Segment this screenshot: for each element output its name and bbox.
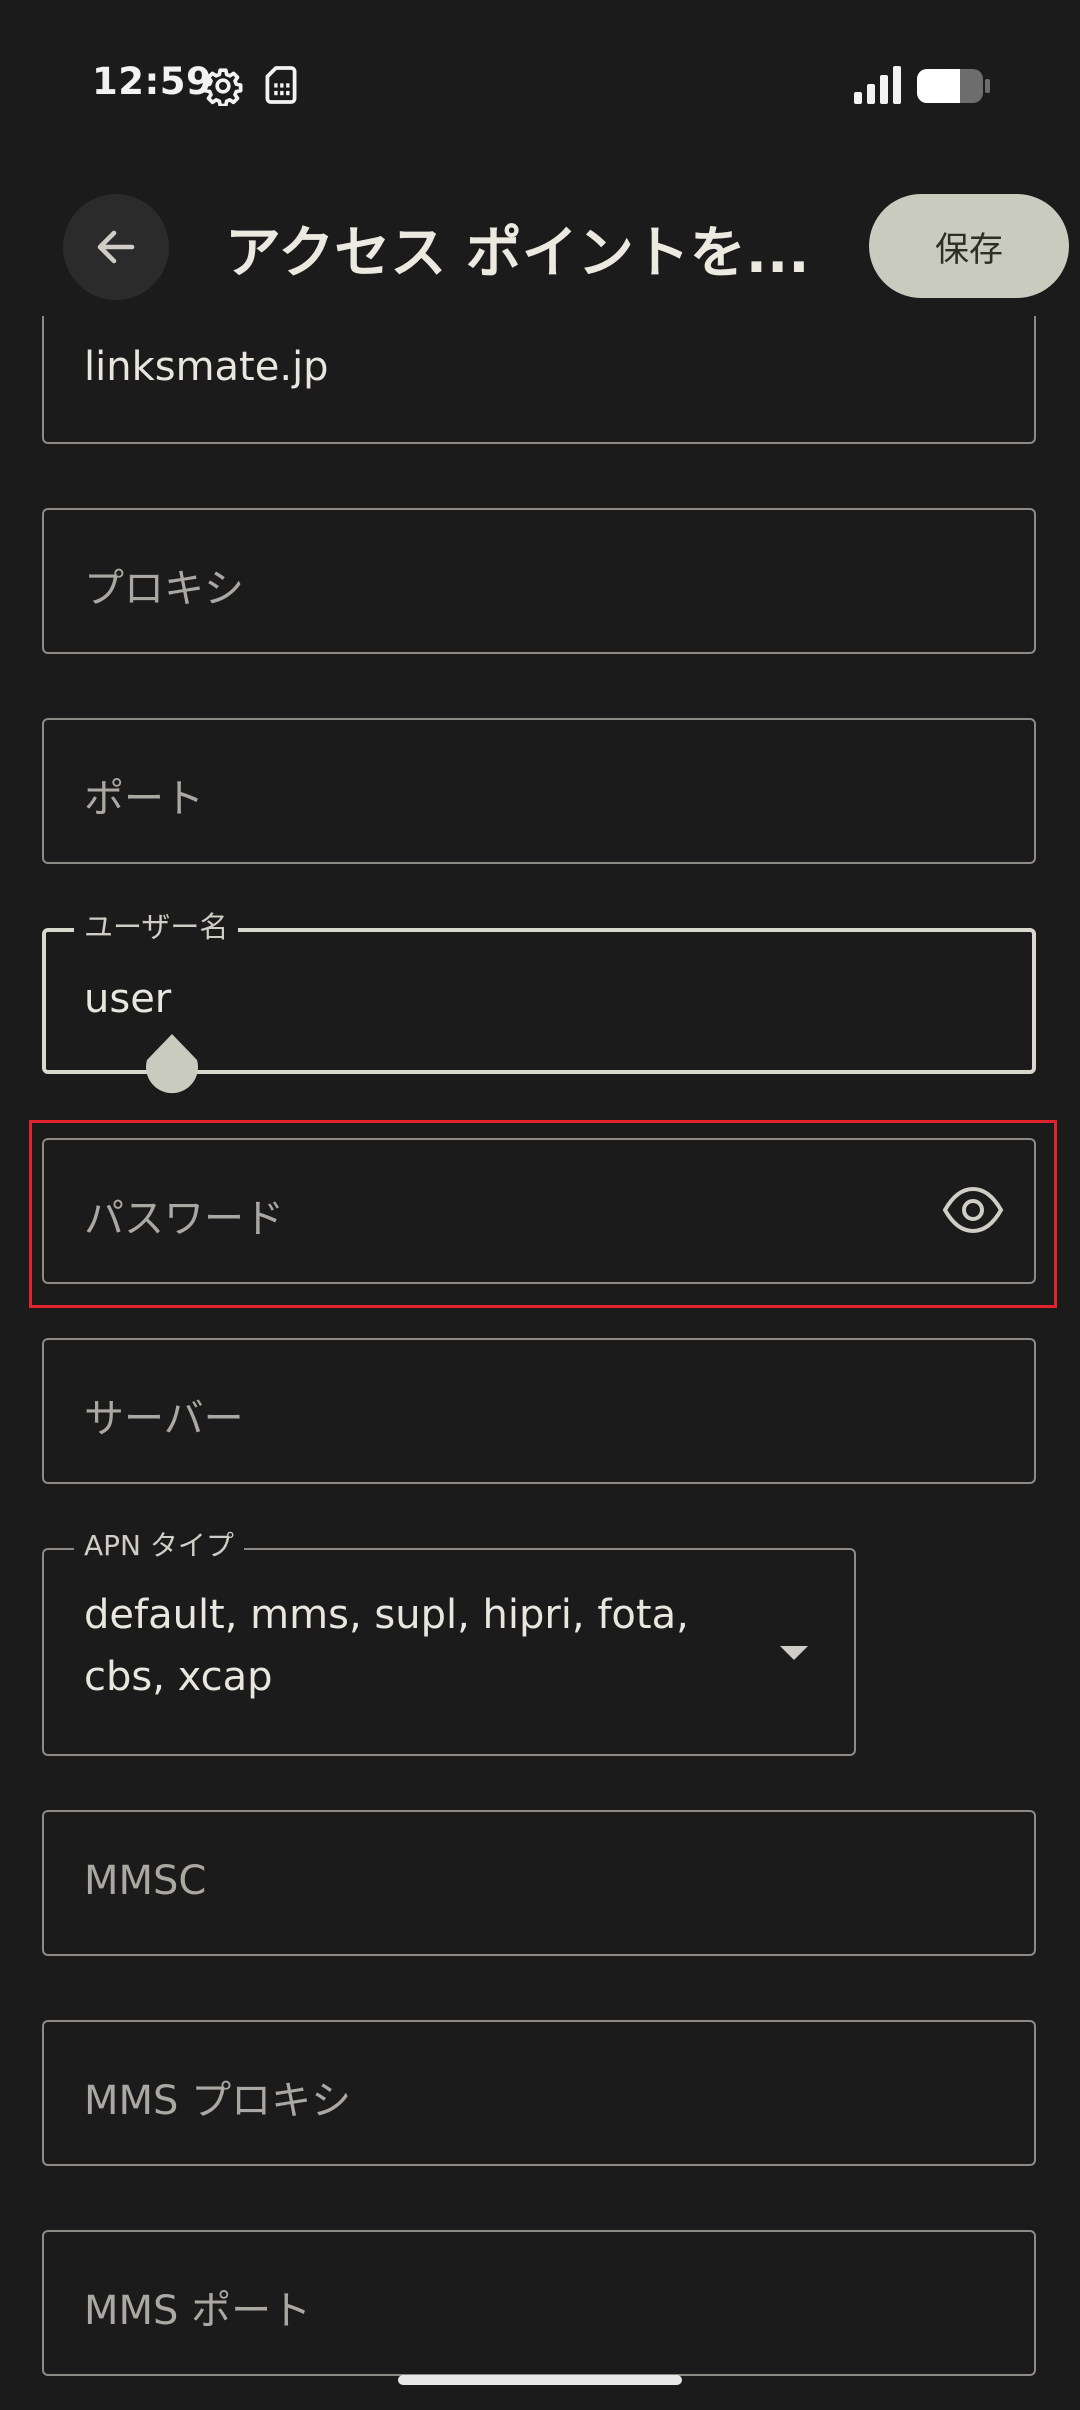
proxy-placeholder: プロキシ	[84, 566, 244, 612]
password-placeholder: パスワード	[84, 1196, 284, 1242]
port-field[interactable]: ポート	[42, 718, 1036, 864]
apn-value: linksmate.jp	[84, 344, 329, 390]
mms-port-placeholder: MMS ポート	[84, 2288, 312, 2334]
apn-type-value-line2: cbs, xcap	[84, 1654, 273, 1700]
mmsc-field[interactable]: MMSC	[42, 1810, 1036, 1956]
battery-icon	[917, 69, 990, 103]
chevron-down-icon	[780, 1646, 808, 1660]
mms-port-field[interactable]: MMS ポート	[42, 2230, 1036, 2376]
back-button[interactable]	[63, 194, 169, 300]
save-button[interactable]: 保存	[869, 194, 1069, 298]
cursor-handle[interactable]	[145, 1034, 199, 1098]
eye-icon[interactable]	[942, 1186, 1004, 1234]
mms-proxy-placeholder: MMS プロキシ	[84, 2078, 352, 2124]
username-value: user	[84, 976, 172, 1022]
server-placeholder: サーバー	[84, 1396, 244, 1442]
apn-type-label: APN タイプ	[74, 1524, 244, 1564]
username-label: ユーザー名	[74, 904, 239, 946]
home-indicator[interactable]	[398, 2375, 682, 2385]
apn-type-dropdown[interactable]: APN タイプ default, mms, supl, hipri, fota,…	[42, 1524, 856, 1756]
gear-icon	[203, 68, 243, 106]
page-title: アクセス ポイントを...	[225, 221, 810, 286]
arrow-left-icon	[97, 230, 135, 264]
password-field[interactable]: パスワード	[42, 1138, 1036, 1284]
proxy-field[interactable]: プロキシ	[42, 508, 1036, 654]
status-bar: 12:59	[0, 0, 1080, 170]
mmsc-placeholder: MMSC	[84, 1858, 207, 1904]
signal-icon	[854, 66, 901, 104]
apn-type-value-line1: default, mms, supl, hipri, fota,	[84, 1592, 689, 1638]
status-time: 12:59	[92, 60, 213, 103]
mms-proxy-field[interactable]: MMS プロキシ	[42, 2020, 1036, 2166]
apn-field[interactable]: linksmate.jp	[42, 316, 1036, 444]
sim-card-icon	[265, 66, 297, 104]
server-field[interactable]: サーバー	[42, 1338, 1036, 1484]
port-placeholder: ポート	[84, 776, 204, 822]
app-bar: アクセス ポイントを... 保存	[0, 180, 1080, 315]
